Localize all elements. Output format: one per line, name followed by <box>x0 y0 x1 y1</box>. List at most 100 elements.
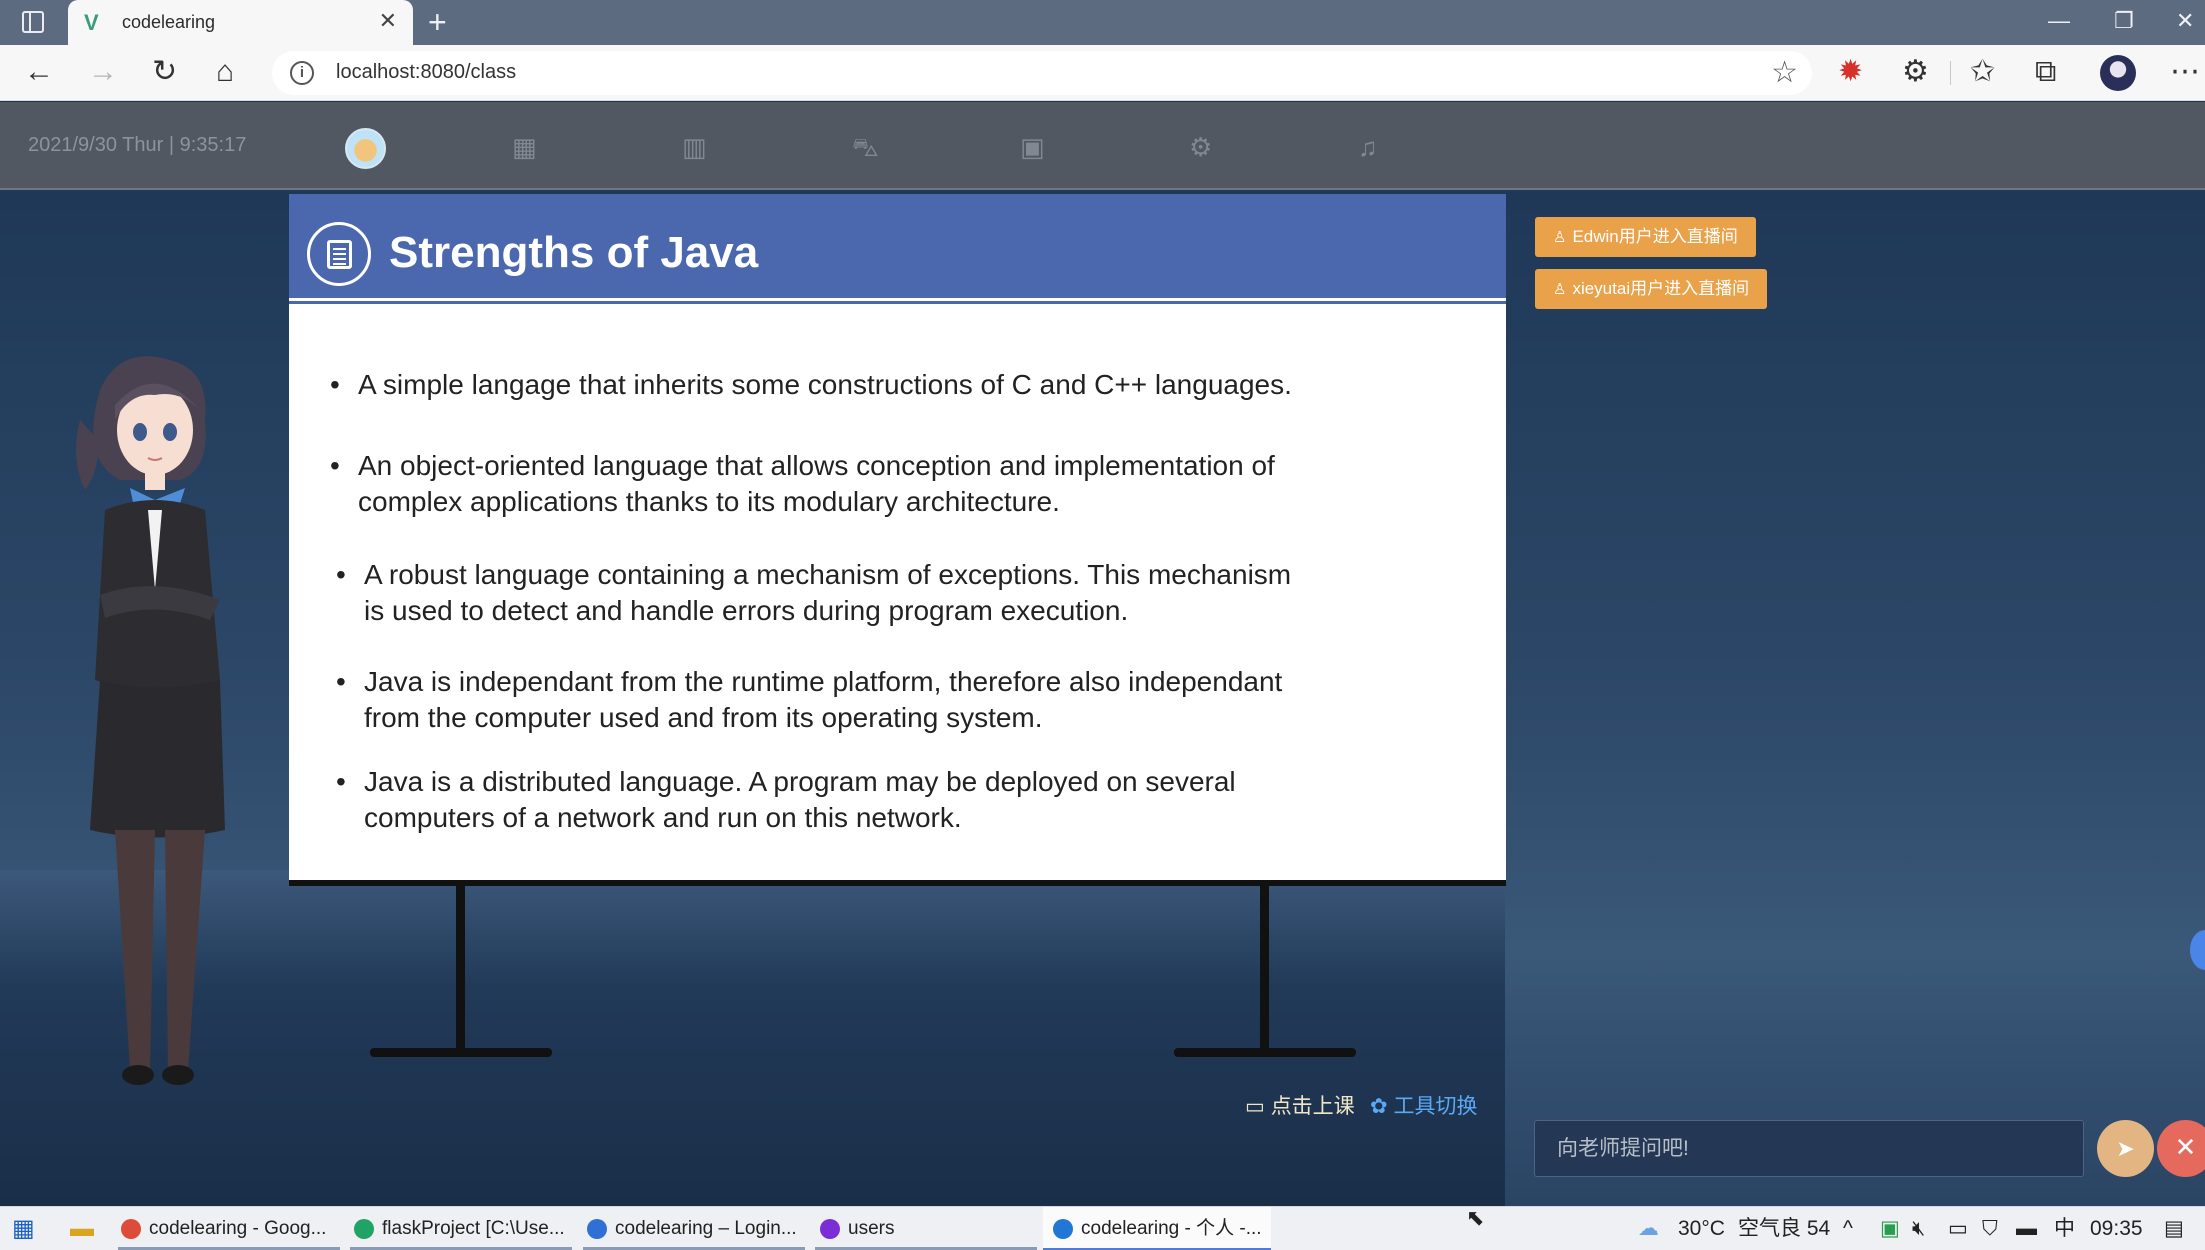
bullet-line: A simple langage that inherits some cons… <box>358 369 1292 400</box>
virtual-teacher-avatar <box>76 356 225 1085</box>
show-hidden-icons-icon[interactable]: ^ <box>1843 1207 1853 1250</box>
toolbar-divider <box>1950 61 1951 85</box>
edge-icon <box>1053 1218 1073 1239</box>
minimize-window-button[interactable]: — <box>2048 6 2070 36</box>
more-menu-icon[interactable]: ⋯ <box>2170 52 2200 92</box>
user-icon: ♙ <box>1553 229 1567 246</box>
weather-icon[interactable]: ☁ <box>1638 1207 1659 1250</box>
settings-icon[interactable]: ⚙ <box>1189 132 1212 162</box>
network-icon[interactable]: ▭ <box>1948 1207 1968 1250</box>
datagrip-icon <box>820 1218 840 1239</box>
battery-icon[interactable]: ▬ <box>2016 1207 2037 1250</box>
home-icon[interactable]: ⌂ <box>216 55 234 89</box>
wechat-tray-icon[interactable]: ▣ <box>1880 1207 1900 1250</box>
bullet-line: An object-oriented language that allows … <box>358 450 1275 481</box>
system-clock[interactable]: 09:35 <box>2090 1207 2143 1250</box>
taskbar-item-label: codelearing - Goog... <box>149 1218 327 1239</box>
close-chat-button[interactable]: ✕ <box>2157 1120 2205 1177</box>
back-icon[interactable]: ← <box>24 55 54 89</box>
browser-tab-bar: V codelearing ✕ + — ❐ ✕ <box>0 0 2205 45</box>
file-explorer-icon[interactable]: ▬ <box>70 1207 94 1250</box>
webstorm-icon <box>587 1218 607 1239</box>
taskbar-item[interactable]: users <box>820 1207 1035 1250</box>
app-header: 2021/9/30 Thur | 9:35:17 ▦ ▥ ⛍ ▣ ⚙ ♫ <box>0 102 2205 190</box>
taskbar-item[interactable]: codelearing – Login... <box>587 1207 797 1250</box>
address-bar[interactable]: i localhost:8080/class ☆ <box>272 51 1812 95</box>
url-text[interactable]: localhost:8080/class <box>336 61 516 84</box>
apps-grid-icon[interactable]: ▦ <box>512 132 537 162</box>
add-favorite-icon[interactable]: ☆ <box>1771 55 1798 90</box>
browser-toolbar: ← → ↻ ⌂ i localhost:8080/class ☆ <box>0 45 2205 101</box>
start-class-button[interactable]: ▭ 点击上课 <box>1245 1090 1355 1120</box>
switch-tool-label: 工具切换 <box>1393 1095 1478 1118</box>
pycharm-icon <box>354 1218 374 1239</box>
user-icon: ♙ <box>1553 281 1567 298</box>
chat-input[interactable] <box>1534 1120 2084 1177</box>
profile-avatar[interactable] <box>2100 55 2136 91</box>
windows-taskbar: ▦ ▬ codelearing - Goog... flaskProject [… <box>0 1206 2205 1250</box>
notifications-icon[interactable]: ▤ <box>2164 1207 2184 1250</box>
forward-icon[interactable]: → <box>88 55 118 89</box>
bullet-line: is used to detect and handle errors duri… <box>364 595 1129 626</box>
slide-title: Strengths of Java <box>389 228 759 277</box>
taskbar-item-active[interactable]: codelearing - 个人 -... <box>1043 1207 1271 1250</box>
screen-stand-leg-right <box>1260 880 1269 1052</box>
tab-close-icon[interactable]: ✕ <box>379 10 397 32</box>
cart-icon[interactable]: ⛍ <box>852 132 879 162</box>
notification-text: xieyutai用户进入直播间 <box>1572 279 1750 298</box>
chrome-icon <box>121 1218 141 1239</box>
bullet-line: from the computer used and from its oper… <box>364 702 1043 733</box>
refresh-icon[interactable]: ↻ <box>152 55 177 89</box>
lecture-slide: Strengths of Java A simple langage that … <box>289 194 1506 880</box>
taskbar-item-label: users <box>848 1218 895 1239</box>
bell-icon[interactable]: ♫ <box>1358 132 1378 162</box>
restore-window-button[interactable]: ❐ <box>2114 6 2134 36</box>
start-class-label: 点击上课 <box>1270 1095 1355 1118</box>
tab-actions-icon[interactable] <box>22 11 44 33</box>
weather-temp[interactable]: 30°C <box>1678 1207 1725 1250</box>
start-windows-icon[interactable]: ▦ <box>12 1207 35 1250</box>
send-icon: ➤ <box>2116 1136 2135 1161</box>
switch-tool-button[interactable]: ✿ 工具切换 <box>1370 1090 1477 1120</box>
send-message-button[interactable]: ➤ <box>2097 1120 2154 1177</box>
taskbar-item[interactable]: flaskProject [C:\Use... <box>354 1207 565 1250</box>
bullet-item: A simple langage that inherits some cons… <box>330 367 1292 403</box>
vue-favicon-icon: V <box>84 10 99 35</box>
header-datetime: 2021/9/30 Thur | 9:35:17 <box>28 134 247 156</box>
taskbar-item-label: flaskProject [C:\Use... <box>382 1218 565 1239</box>
close-window-button[interactable]: ✕ <box>2176 6 2194 36</box>
new-tab-button[interactable]: + <box>428 4 447 40</box>
books-icon[interactable]: ▥ <box>682 132 707 162</box>
user-avatar[interactable] <box>345 128 386 169</box>
bullet-line: complex applications thanks to its modul… <box>358 486 1060 517</box>
favorites-icon[interactable]: ✩ <box>1970 52 1995 92</box>
volume-muted-icon[interactable]: 🔇︎ <box>1912 1207 1925 1250</box>
taskbar-item-label: codelearing - 个人 -... <box>1081 1218 1262 1239</box>
input-method[interactable]: 中 <box>2054 1207 2075 1250</box>
bullet-item: An object-oriented language that allows … <box>330 448 1275 520</box>
screen-stand-foot-right <box>1174 1048 1356 1057</box>
gear-icon: ✿ <box>1370 1095 1388 1118</box>
extension-gear-icon[interactable]: ✹ <box>1838 52 1863 92</box>
bullet-item: Java is a distributed language. A progra… <box>336 764 1236 836</box>
tab-codelearing[interactable]: V codelearing ✕ <box>68 0 413 45</box>
slide-header: Strengths of Java <box>289 194 1506 304</box>
tab-title: codelearing <box>122 12 216 32</box>
presentation-icon[interactable]: ▣ <box>1020 132 1045 162</box>
bullet-item: A robust language containing a mechanism… <box>336 557 1292 629</box>
screen-stand-foot-left <box>370 1048 552 1057</box>
air-quality[interactable]: 空气良 54 <box>1738 1207 1830 1250</box>
site-info-icon[interactable]: i <box>290 61 314 85</box>
bullet-line: computers of a network and run on this n… <box>364 802 962 833</box>
bullet-line: A robust language containing a mechanism… <box>364 559 1292 590</box>
notification-badge: ♙ xieyutai用户进入直播间 <box>1535 269 1768 309</box>
taskbar-item-label: codelearing – Login... <box>615 1218 797 1239</box>
notification-text: Edwin用户进入直播间 <box>1572 227 1738 246</box>
bullet-line: Java is independant from the runtime pla… <box>364 666 1283 697</box>
security-shield-icon[interactable]: ⛉ <box>1982 1207 1998 1250</box>
notification-badge: ♙ Edwin用户进入直播间 <box>1535 217 1756 257</box>
taskbar-item[interactable]: codelearing - Goog... <box>121 1207 326 1250</box>
collections-icon[interactable]: ⧉ <box>2035 52 2056 92</box>
close-icon: ✕ <box>2174 1132 2197 1162</box>
extensions-icon[interactable]: ⚙ <box>1902 52 1929 92</box>
